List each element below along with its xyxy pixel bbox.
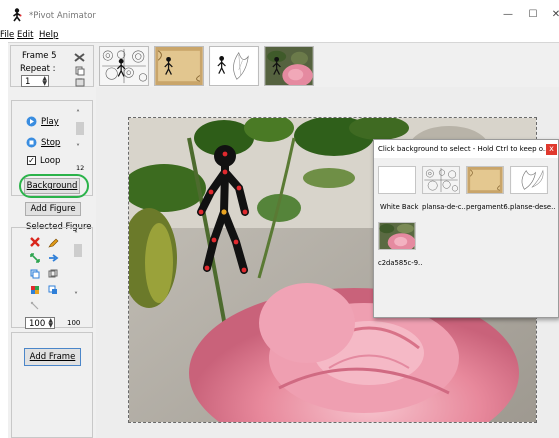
window-title: *Pivot Animator xyxy=(29,11,96,21)
bg-option-label: pergament6.. xyxy=(466,203,513,211)
add-figure-button[interactable]: Add Figure xyxy=(25,202,81,216)
menu-help[interactable]: Help xyxy=(39,30,58,40)
frame-thumbnail-4[interactable] xyxy=(264,46,314,86)
scale-down-icon[interactable]: ˅ xyxy=(74,291,78,300)
chevron-up-icon[interactable]: ˄ xyxy=(76,109,80,118)
join-figure-icon[interactable] xyxy=(30,301,40,311)
play-button[interactable]: Play xyxy=(41,117,59,127)
parchment-thumbnail[interactable] xyxy=(466,166,504,194)
resize-figure-icon[interactable] xyxy=(30,253,40,263)
repeat-spinner[interactable]: 1 ▲ ▼ xyxy=(21,75,49,87)
sketch-thumbnail[interactable] xyxy=(510,166,548,194)
frame-group: Add Frame xyxy=(11,332,93,438)
frame-thumbnail-1[interactable] xyxy=(99,46,149,86)
scale-slider[interactable]: ˄ ˅ xyxy=(73,228,83,304)
scale-spinner-value: 100 xyxy=(29,319,46,329)
scale-value: 100 xyxy=(67,319,81,327)
pattern-thumbnail[interactable] xyxy=(422,166,460,194)
menu-edit[interactable]: Edit xyxy=(17,30,33,40)
stop-icon[interactable] xyxy=(26,137,37,148)
frame-info-group: Frame 5 Repeat : 1 ▲ ▼ xyxy=(10,45,94,87)
maximize-button[interactable]: ☐ xyxy=(525,8,541,22)
close-button[interactable]: ✕ xyxy=(548,8,559,22)
loop-checkbox[interactable]: ✓ xyxy=(27,156,36,165)
title-bar: *Pivot Animator — ☐ ✕ xyxy=(0,0,559,30)
add-frame-button[interactable]: Add Frame xyxy=(24,348,81,366)
delete-figure-icon[interactable] xyxy=(30,237,40,247)
repeat-value: 1 xyxy=(25,77,31,87)
front-back-icon[interactable] xyxy=(48,285,58,295)
background-dialog: Click background to select - Hold Ctrl t… xyxy=(373,139,559,318)
menu-bar: File Edit Help xyxy=(0,30,559,42)
edit-figure-icon[interactable] xyxy=(48,237,59,248)
photo-thumbnail[interactable] xyxy=(378,222,416,250)
speed-value: 12 xyxy=(76,164,85,172)
loop-label: Loop xyxy=(40,156,61,166)
duplicate-figure-icon[interactable] xyxy=(48,269,58,279)
spin-arrows-icon[interactable]: ▲ ▼ xyxy=(48,318,53,329)
dialog-title-bar: Click background to select - Hold Ctrl t… xyxy=(374,140,558,158)
color-figure-icon[interactable] xyxy=(30,285,40,295)
speed-slider[interactable]: ˄ ˅ xyxy=(75,109,85,161)
add-figure-label: Add Figure xyxy=(30,204,76,214)
dialog-title: Click background to select - Hold Ctrl t… xyxy=(378,145,550,153)
menu-file[interactable]: File xyxy=(0,30,14,40)
scale-up-icon[interactable]: ˄ xyxy=(74,230,78,239)
bg-option-label: plansa-de-c.. xyxy=(422,203,466,211)
copy-frame-icon[interactable] xyxy=(75,66,85,76)
app-icon xyxy=(13,8,22,22)
highlight-circle xyxy=(19,174,89,198)
minimize-button[interactable]: — xyxy=(500,8,516,22)
stop-button[interactable]: Stop xyxy=(41,138,60,148)
stick-figure[interactable] xyxy=(187,144,267,279)
frame-thumbnail-2[interactable] xyxy=(154,46,204,86)
frame-strip: Frame 5 Repeat : 1 ▲ ▼ xyxy=(8,42,559,87)
bg-option-label: planse-dese.. xyxy=(510,203,556,211)
add-frame-label: Add Frame xyxy=(29,352,76,362)
dialog-close-button[interactable]: x xyxy=(546,144,557,155)
frame-thumbnail-3[interactable] xyxy=(209,46,259,86)
scale-spinner[interactable]: 100 ▲ ▼ xyxy=(25,317,55,329)
scale-slider-thumb[interactable] xyxy=(74,244,82,257)
flip-figure-icon[interactable] xyxy=(48,253,59,263)
frame-label: Frame 5 xyxy=(22,51,57,61)
delete-frame-icon[interactable] xyxy=(74,53,85,62)
play-icon[interactable] xyxy=(26,116,37,127)
spin-arrows-icon[interactable]: ▲ ▼ xyxy=(42,76,47,87)
chevron-down-icon[interactable]: ˅ xyxy=(76,143,80,152)
speed-slider-thumb[interactable] xyxy=(76,122,84,135)
paste-frame-icon[interactable] xyxy=(75,77,85,87)
copy-figure-icon[interactable] xyxy=(30,269,40,279)
selected-figure-group: ˄ ˅ 100 ▲ ▼ 100 xyxy=(11,227,93,329)
left-panel: Play Stop ✓ Loop ˄ ˅ 12 Background Add F… xyxy=(8,87,96,438)
white-thumbnail[interactable] xyxy=(378,166,416,194)
bg-option-label: c2da585c-9.. xyxy=(378,259,423,267)
repeat-label: Repeat : xyxy=(20,64,56,74)
bg-option-label: White Back xyxy=(380,203,419,211)
figure-root-joint[interactable] xyxy=(221,209,227,215)
